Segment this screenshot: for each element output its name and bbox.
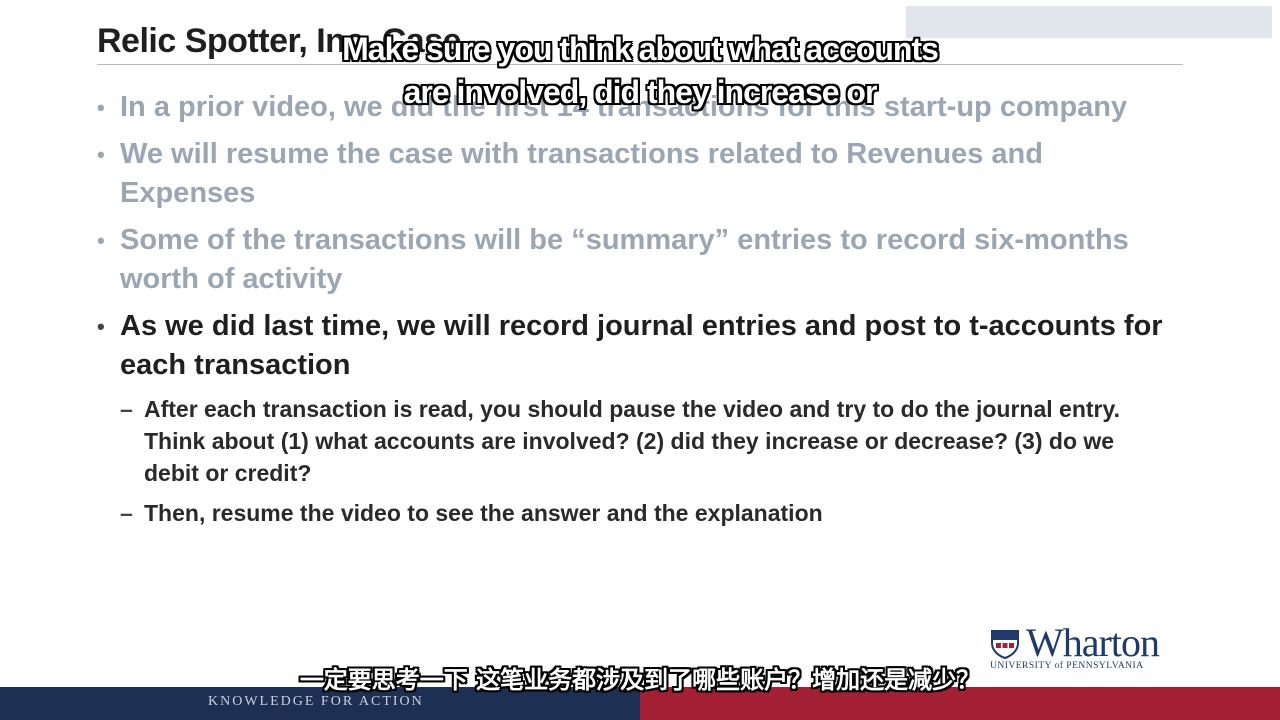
slide: Relic Spotter, Inc. Case • In a prior vi…: [0, 0, 1280, 720]
sub-bullet-item: – Then, resume the video to see the answ…: [97, 497, 1167, 529]
logo-wordmark: Wharton: [1026, 620, 1160, 665]
sub-bullet-item: – After each transaction is read, you sh…: [97, 393, 1167, 489]
footer-tagline: KNOWLEDGE FOR ACTION: [208, 694, 424, 709]
english-subtitle-line: are involved, did they increase or: [403, 74, 878, 110]
bullet-marker: •: [97, 314, 105, 339]
bullet-marker: •: [97, 142, 105, 167]
bullet-marker: •: [97, 228, 105, 253]
bullet-item-active: • As we did last time, we will record jo…: [97, 307, 1167, 385]
bullet-item: • Some of the transactions will be “summ…: [97, 221, 1167, 299]
chinese-subtitle: 一定要思考一下 这笔业务都涉及到了哪些账户？增加还是减少？: [299, 666, 981, 694]
bullet-item: • We will resume the case with transacti…: [97, 135, 1167, 213]
sub-bullet-marker: –: [120, 396, 133, 422]
shield-icon: [991, 630, 1019, 659]
english-subtitle: Make sure you think about what accounts …: [0, 28, 1280, 114]
bullet-text: We will resume the case with transaction…: [120, 138, 1043, 209]
sub-bullet-marker: –: [120, 500, 133, 526]
sub-bullet-text: Then, resume the video to see the answer…: [144, 500, 823, 526]
english-subtitle-line: Make sure you think about what accounts: [342, 31, 939, 67]
sub-bullet-text: After each transaction is read, you shou…: [144, 396, 1120, 486]
bullet-list: • In a prior video, we did the first 14 …: [97, 88, 1167, 537]
bullet-text: Some of the transactions will be “summar…: [120, 224, 1129, 295]
bullet-text: As we did last time, we will record jour…: [120, 310, 1163, 381]
